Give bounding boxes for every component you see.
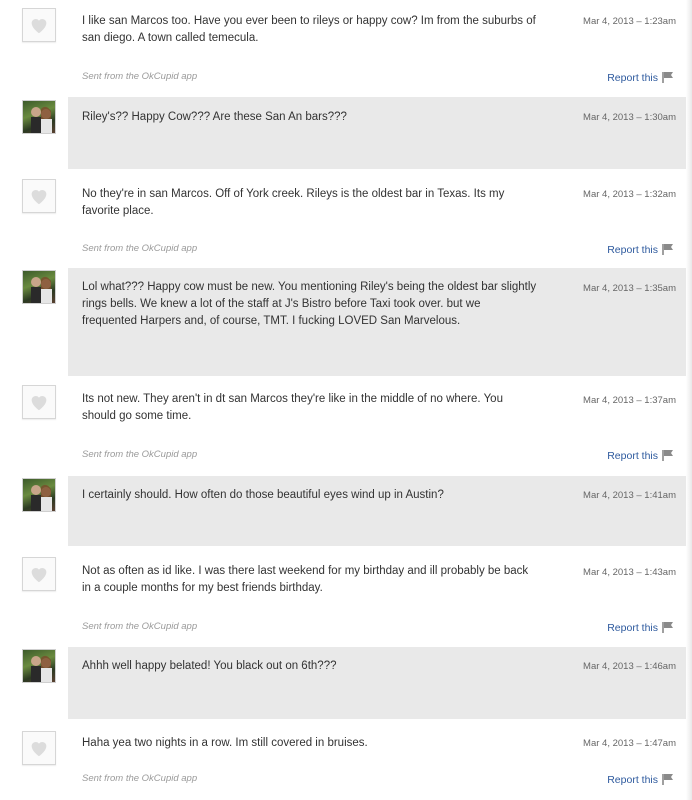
- message-text: Haha yea two nights in a row. Im still c…: [82, 737, 368, 749]
- report-link[interactable]: Report this: [607, 71, 676, 84]
- user-avatar[interactable]: [22, 649, 56, 683]
- profile-photo-icon: [31, 484, 52, 511]
- heart-icon: [31, 19, 47, 34]
- message-timestamp: Mar 4, 2013 – 1:47am: [583, 738, 676, 749]
- user-avatar[interactable]: [22, 270, 56, 304]
- flag-icon: [662, 72, 673, 83]
- message-bubble: Ahhh well happy belated! You black out o…: [68, 647, 686, 719]
- sent-from-app-label: Sent from the OkCupid app: [82, 773, 198, 784]
- heart-avatar-icon[interactable]: [22, 385, 56, 419]
- message-text: Its not new. They aren't in dt san Marco…: [82, 393, 503, 422]
- message-timestamp: Mar 4, 2013 – 1:35am: [583, 283, 676, 294]
- message-item: I like san Marcos too. Have you ever bee…: [0, 0, 692, 92]
- heart-avatar-icon[interactable]: [22, 557, 56, 591]
- message-item: Haha yea two nights in a row. Im still c…: [0, 724, 692, 800]
- heart-icon: [31, 396, 47, 411]
- message-bubble: Not as often as id like. I was there las…: [68, 550, 686, 642]
- profile-photo-icon: [31, 655, 52, 682]
- report-link[interactable]: Report this: [607, 243, 676, 256]
- message-bubble: Riley's?? Happy Cow??? Are these San An …: [68, 97, 686, 169]
- message-text: Lol what??? Happy cow must be new. You m…: [82, 281, 537, 327]
- message-item: Not as often as id like. I was there las…: [0, 550, 692, 642]
- message-item: Riley's?? Happy Cow??? Are these San An …: [0, 97, 692, 169]
- report-label: Report this: [607, 72, 658, 84]
- message-timestamp: Mar 4, 2013 – 1:43am: [583, 567, 676, 578]
- message-item: I certainly should. How often do those b…: [0, 476, 692, 546]
- message-bubble: Haha yea two nights in a row. Im still c…: [68, 724, 686, 800]
- report-link[interactable]: Report this: [607, 621, 676, 634]
- message-bubble: Lol what??? Happy cow must be new. You m…: [68, 268, 686, 376]
- message-item: Its not new. They aren't in dt san Marco…: [0, 378, 692, 470]
- report-link[interactable]: Report this: [607, 773, 676, 786]
- flag-icon: [662, 622, 673, 633]
- message-timestamp: Mar 4, 2013 – 1:37am: [583, 395, 676, 406]
- message-timestamp: Mar 4, 2013 – 1:23am: [583, 16, 676, 27]
- message-bubble: No they're in san Marcos. Off of York cr…: [68, 172, 686, 264]
- message-timestamp: Mar 4, 2013 – 1:41am: [583, 490, 676, 501]
- user-avatar[interactable]: [22, 100, 56, 134]
- report-label: Report this: [607, 774, 658, 786]
- report-label: Report this: [607, 244, 658, 256]
- message-text: I like san Marcos too. Have you ever bee…: [82, 15, 536, 44]
- report-label: Report this: [607, 622, 658, 634]
- heart-avatar-icon[interactable]: [22, 8, 56, 42]
- message-timestamp: Mar 4, 2013 – 1:46am: [583, 661, 676, 672]
- heart-icon: [31, 742, 47, 757]
- profile-photo-icon: [31, 276, 52, 303]
- sent-from-app-label: Sent from the OkCupid app: [82, 449, 198, 460]
- report-link[interactable]: Report this: [607, 449, 676, 462]
- message-text: No they're in san Marcos. Off of York cr…: [82, 188, 505, 217]
- message-text: Ahhh well happy belated! You black out o…: [82, 660, 337, 672]
- sent-from-app-label: Sent from the OkCupid app: [82, 71, 198, 82]
- flag-icon: [662, 244, 673, 255]
- message-thread: I like san Marcos too. Have you ever bee…: [0, 0, 692, 800]
- message-bubble: Its not new. They aren't in dt san Marco…: [68, 378, 686, 470]
- flag-icon: [662, 450, 673, 461]
- user-avatar[interactable]: [22, 478, 56, 512]
- message-text: Not as often as id like. I was there las…: [82, 565, 529, 594]
- flag-icon: [662, 774, 673, 785]
- message-item: No they're in san Marcos. Off of York cr…: [0, 172, 692, 264]
- heart-icon: [31, 190, 47, 205]
- sent-from-app-label: Sent from the OkCupid app: [82, 621, 198, 632]
- page-edge-shadow: [686, 0, 692, 800]
- message-item: Ahhh well happy belated! You black out o…: [0, 647, 692, 719]
- heart-avatar-icon[interactable]: [22, 731, 56, 765]
- message-bubble: I like san Marcos too. Have you ever bee…: [68, 0, 686, 92]
- heart-avatar-icon[interactable]: [22, 179, 56, 213]
- message-timestamp: Mar 4, 2013 – 1:32am: [583, 189, 676, 200]
- heart-icon: [31, 568, 47, 583]
- message-item: Lol what??? Happy cow must be new. You m…: [0, 268, 692, 376]
- sent-from-app-label: Sent from the OkCupid app: [82, 243, 198, 254]
- message-bubble: I certainly should. How often do those b…: [68, 476, 686, 546]
- report-label: Report this: [607, 450, 658, 462]
- profile-photo-icon: [31, 106, 52, 133]
- message-timestamp: Mar 4, 2013 – 1:30am: [583, 112, 676, 123]
- message-text: Riley's?? Happy Cow??? Are these San An …: [82, 111, 347, 123]
- message-text: I certainly should. How often do those b…: [82, 489, 444, 501]
